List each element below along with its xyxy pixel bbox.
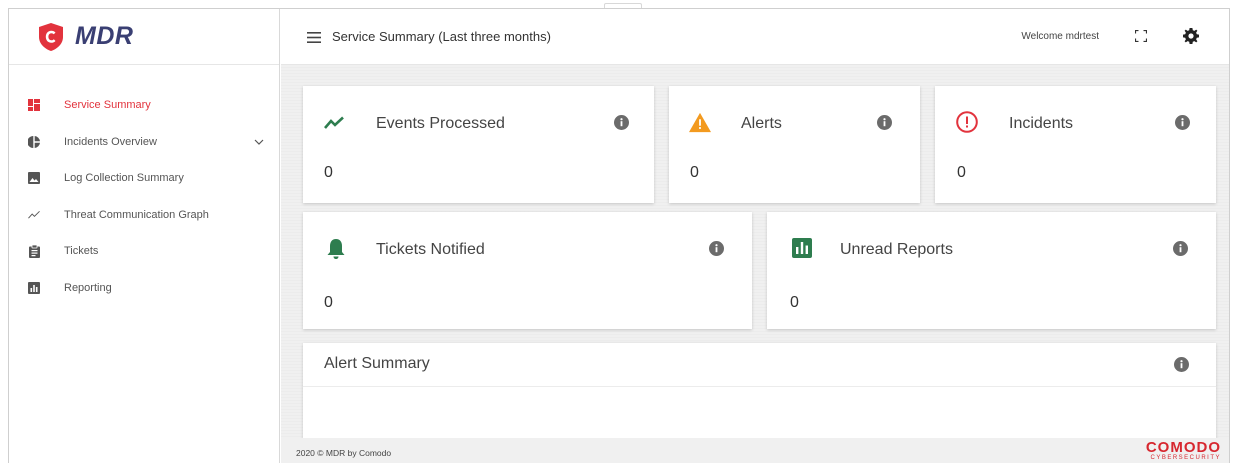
card-title: Tickets Notified bbox=[376, 241, 485, 258]
card-title: Events Processed bbox=[376, 115, 505, 132]
fullscreen-icon[interactable] bbox=[1135, 30, 1147, 42]
trend-line-icon bbox=[28, 209, 40, 221]
shield-logo-icon bbox=[39, 22, 63, 51]
image-icon bbox=[28, 172, 40, 185]
card-unread-reports: Unread Reports 0 bbox=[767, 212, 1216, 329]
comodo-logo: COMODO CYBERSECURITY bbox=[1146, 440, 1221, 462]
alert-circle-icon bbox=[956, 111, 978, 133]
card-value: 0 bbox=[957, 164, 966, 181]
gear-icon[interactable] bbox=[1183, 28, 1199, 44]
pie-chart-icon bbox=[28, 135, 40, 148]
app-frame: MDR Service Summary Incidents Overview L… bbox=[8, 8, 1230, 463]
info-icon[interactable] bbox=[1174, 357, 1189, 372]
logo-text: MDR bbox=[75, 22, 134, 50]
warning-icon bbox=[689, 111, 711, 133]
card-value: 0 bbox=[690, 164, 699, 181]
trend-line-icon bbox=[323, 112, 345, 134]
sidebar-item-incidents-overview[interactable]: Incidents Overview bbox=[9, 124, 279, 161]
sidebar: MDR Service Summary Incidents Overview L… bbox=[9, 9, 280, 463]
sidebar-item-label: Log Collection Summary bbox=[64, 172, 184, 185]
sidebar-item-reporting[interactable]: Reporting bbox=[9, 270, 279, 307]
sidebar-item-label: Incidents Overview bbox=[64, 135, 157, 148]
sidebar-item-label: Tickets bbox=[64, 245, 99, 258]
info-icon[interactable] bbox=[614, 115, 629, 130]
hamburger-menu-icon[interactable] bbox=[307, 32, 321, 43]
card-incidents: Incidents 0 bbox=[935, 86, 1216, 203]
comodo-brand-sub: CYBERSECURITY bbox=[1150, 455, 1221, 461]
chevron-down-icon[interactable] bbox=[254, 137, 264, 147]
info-icon[interactable] bbox=[1175, 115, 1190, 130]
card-value: 0 bbox=[324, 294, 333, 311]
card-tickets-notified: Tickets Notified 0 bbox=[303, 212, 752, 329]
bar-chart-icon bbox=[28, 281, 40, 294]
clipboard-icon bbox=[28, 244, 40, 258]
card-value: 0 bbox=[324, 164, 333, 181]
sidebar-item-threat-communication-graph[interactable]: Threat Communication Graph bbox=[9, 197, 279, 234]
copyright-text: 2020 © MDR by Comodo bbox=[296, 448, 392, 458]
sidebar-item-log-collection-summary[interactable]: Log Collection Summary bbox=[9, 160, 279, 197]
top-header: Service Summary (Last three months) Welc… bbox=[281, 9, 1229, 65]
card-title: Alert Summary bbox=[324, 355, 430, 372]
sidebar-item-label: Threat Communication Graph bbox=[64, 208, 209, 221]
logo-bar: MDR bbox=[9, 9, 279, 65]
info-icon[interactable] bbox=[877, 115, 892, 130]
sidebar-nav: Service Summary Incidents Overview Log C… bbox=[9, 65, 279, 306]
sidebar-item-label: Reporting bbox=[64, 281, 112, 294]
card-events-processed: Events Processed 0 bbox=[303, 86, 654, 203]
welcome-text: Welcome mdrtest bbox=[1021, 31, 1099, 42]
main-content: Service Summary (Last three months) Welc… bbox=[281, 9, 1229, 463]
comodo-brand-text: COMODO bbox=[1145, 439, 1221, 456]
card-divider bbox=[303, 386, 1216, 387]
card-alerts: Alerts 0 bbox=[669, 86, 920, 203]
bar-chart-icon bbox=[791, 237, 813, 259]
page-title: Service Summary (Last three months) bbox=[332, 29, 551, 44]
card-value: 0 bbox=[790, 294, 799, 311]
card-title: Unread Reports bbox=[840, 241, 953, 258]
sidebar-item-label: Service Summary bbox=[64, 99, 151, 112]
info-icon[interactable] bbox=[709, 241, 724, 256]
card-title: Incidents bbox=[1009, 115, 1074, 132]
dashboard-icon bbox=[28, 99, 40, 112]
footer: 2020 © MDR by Comodo COMODO CYBERSECURIT… bbox=[281, 438, 1229, 463]
info-icon[interactable] bbox=[1173, 241, 1188, 256]
card-title: Alerts bbox=[741, 115, 782, 132]
card-alert-summary: Alert Summary bbox=[303, 343, 1216, 443]
sidebar-item-service-summary[interactable]: Service Summary bbox=[9, 87, 279, 124]
bell-icon bbox=[325, 238, 347, 260]
sidebar-item-tickets[interactable]: Tickets bbox=[9, 233, 279, 270]
